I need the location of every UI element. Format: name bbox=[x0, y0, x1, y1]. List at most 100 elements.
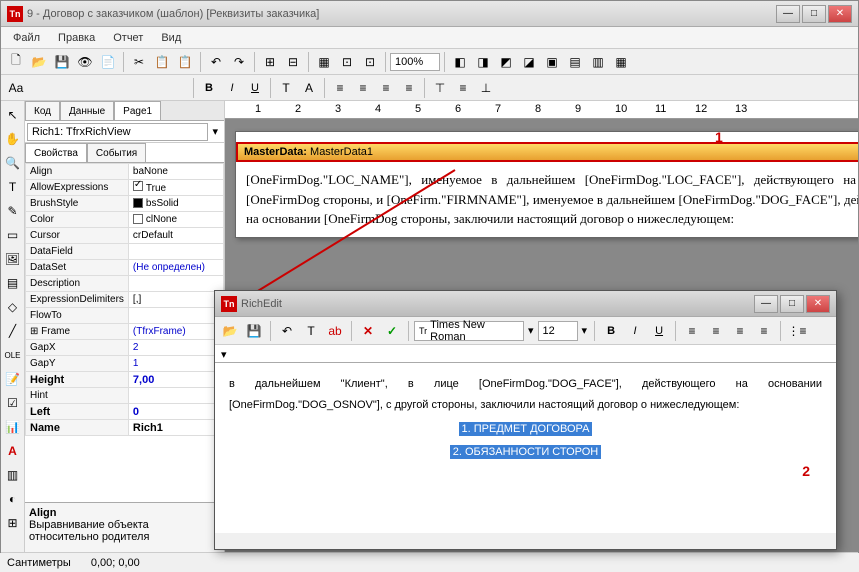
tab-data[interactable]: Данные bbox=[60, 101, 114, 120]
prop-row[interactable]: AllowExpressionsTrue bbox=[26, 180, 224, 196]
new-icon[interactable]: 🗋 bbox=[5, 51, 27, 73]
prop-row[interactable]: CursorcrDefault bbox=[26, 228, 224, 244]
pointer-icon[interactable]: ↖ bbox=[3, 105, 23, 125]
prop-row[interactable]: ExpressionDelimiters[,] bbox=[26, 292, 224, 308]
subreport-icon[interactable]: ▤ bbox=[3, 273, 23, 293]
fontcolor-icon[interactable]: T bbox=[275, 77, 297, 99]
ungroup-icon[interactable]: ⊟ bbox=[282, 51, 304, 73]
tool-d[interactable]: ◪ bbox=[518, 51, 540, 73]
prop-row[interactable]: Height7,00 bbox=[26, 372, 224, 388]
re-font-combo[interactable]: TrTimes New Roman bbox=[414, 321, 524, 341]
barcode-icon[interactable]: ▥ bbox=[3, 465, 23, 485]
group-icon[interactable]: ⊞ bbox=[259, 51, 281, 73]
grid-icon[interactable]: ▦ bbox=[313, 51, 335, 73]
page-icon[interactable]: 📄 bbox=[97, 51, 119, 73]
picture-icon[interactable]: 🖼 bbox=[3, 249, 23, 269]
format-icon[interactable]: ✎ bbox=[3, 201, 23, 221]
re-bullets-icon[interactable]: ⋮≡ bbox=[786, 320, 808, 342]
re-save-icon[interactable]: 💾 bbox=[243, 320, 265, 342]
zoom-combo[interactable]: 100% bbox=[390, 53, 440, 71]
menu-report[interactable]: Отчет bbox=[105, 30, 151, 46]
line-icon[interactable]: ╱ bbox=[3, 321, 23, 341]
paste-icon[interactable]: 📋 bbox=[174, 51, 196, 73]
richedit-minimize-button[interactable]: — bbox=[754, 295, 778, 313]
prop-row[interactable]: GapX2 bbox=[26, 340, 224, 356]
tab-page1[interactable]: Page1 bbox=[114, 101, 161, 120]
rich-icon[interactable]: 📝 bbox=[3, 369, 23, 389]
style-icon[interactable]: Aa bbox=[5, 77, 27, 99]
prop-row[interactable]: Left0 bbox=[26, 404, 224, 420]
snap-icon[interactable]: ⊡ bbox=[336, 51, 358, 73]
prop-row[interactable]: DataField bbox=[26, 244, 224, 260]
maximize-button[interactable]: □ bbox=[802, 5, 826, 23]
zoom-tool-icon[interactable]: 🔍 bbox=[3, 153, 23, 173]
dropdown-icon[interactable]: ▾ bbox=[208, 125, 222, 138]
valign-mid-icon[interactable]: ≡ bbox=[452, 77, 474, 99]
undo-icon[interactable]: ↶ bbox=[205, 51, 227, 73]
prop-row[interactable]: FlowTo bbox=[26, 308, 224, 324]
re-open-icon[interactable]: 📂 bbox=[219, 320, 241, 342]
rich-text-object[interactable]: [OneFirmDog."LOC_NAME"], именуемое в дал… bbox=[236, 162, 858, 237]
tool-h[interactable]: ▦ bbox=[610, 51, 632, 73]
tool-c[interactable]: ◩ bbox=[495, 51, 517, 73]
highlight-icon[interactable]: A bbox=[298, 77, 320, 99]
shape-icon[interactable]: ◇ bbox=[3, 297, 23, 317]
tool-g[interactable]: ▥ bbox=[587, 51, 609, 73]
cross-icon[interactable]: ⊞ bbox=[3, 513, 23, 533]
open-icon[interactable]: 📂 bbox=[28, 51, 50, 73]
menu-edit[interactable]: Правка bbox=[50, 30, 103, 46]
tab-events[interactable]: События bbox=[87, 143, 146, 162]
richedit-close-button[interactable]: ✕ bbox=[806, 295, 830, 313]
align-right-icon[interactable]: ≡ bbox=[375, 77, 397, 99]
check-icon[interactable]: ☑ bbox=[3, 393, 23, 413]
tool-e[interactable]: ▣ bbox=[541, 51, 563, 73]
re-align-left-icon[interactable]: ≡ bbox=[681, 320, 703, 342]
close-button[interactable]: ✕ bbox=[828, 5, 852, 23]
tool-b[interactable]: ◨ bbox=[472, 51, 494, 73]
chart-icon[interactable]: 📊 bbox=[3, 417, 23, 437]
preview-icon[interactable]: 👁 bbox=[74, 51, 96, 73]
prop-row[interactable]: AlignbaNone bbox=[26, 164, 224, 180]
property-grid[interactable]: AlignbaNoneAllowExpressionsTrueBrushStyl… bbox=[25, 163, 224, 502]
re-size-combo[interactable]: 12 bbox=[538, 321, 578, 341]
re-font-icon[interactable]: T bbox=[300, 320, 322, 342]
valign-top-icon[interactable]: ⊤ bbox=[429, 77, 451, 99]
prop-row[interactable]: ColorclNone bbox=[26, 212, 224, 228]
prop-row[interactable]: Hint bbox=[26, 388, 224, 404]
menu-view[interactable]: Вид bbox=[153, 30, 189, 46]
align-justify-icon[interactable]: ≡ bbox=[398, 77, 420, 99]
text-tool-icon[interactable]: T bbox=[3, 177, 23, 197]
section-2[interactable]: 2. ОБЯЗАННОСТИ СТОРОН bbox=[450, 445, 601, 459]
re-cancel-icon[interactable]: ✕ bbox=[357, 320, 379, 342]
ole-icon[interactable]: OLE bbox=[3, 345, 23, 365]
align-left-icon[interactable]: ≡ bbox=[329, 77, 351, 99]
gradient-icon[interactable]: ◐ bbox=[3, 489, 23, 509]
letter-a-icon[interactable]: A bbox=[3, 441, 23, 461]
prop-row[interactable]: BrushStylebsSolid bbox=[26, 196, 224, 212]
section-1[interactable]: 1. ПРЕДМЕТ ДОГОВОРА bbox=[459, 422, 593, 436]
prop-row[interactable]: Description bbox=[26, 276, 224, 292]
prop-row[interactable]: ⊞ Frame(TfrxFrame) bbox=[26, 324, 224, 340]
re-ok-icon[interactable]: ✓ bbox=[381, 320, 403, 342]
redo-icon[interactable]: ↷ bbox=[228, 51, 250, 73]
richedit-text-area[interactable]: в дальнейшем "Клиент", в лице [OneFirmDo… bbox=[215, 363, 836, 533]
re-align-right-icon[interactable]: ≡ bbox=[729, 320, 751, 342]
tool-f[interactable]: ▤ bbox=[564, 51, 586, 73]
cut-icon[interactable]: ✂ bbox=[128, 51, 150, 73]
align-center-icon[interactable]: ≡ bbox=[352, 77, 374, 99]
tab-code[interactable]: Код bbox=[25, 101, 60, 120]
bold-icon[interactable]: B bbox=[198, 77, 220, 99]
re-undo-icon[interactable]: ↶ bbox=[276, 320, 298, 342]
re-expr-icon[interactable]: ab bbox=[324, 320, 346, 342]
hand-icon[interactable]: ✋ bbox=[3, 129, 23, 149]
underline-icon[interactable]: U bbox=[244, 77, 266, 99]
valign-bot-icon[interactable]: ⊥ bbox=[475, 77, 497, 99]
band-icon[interactable]: ▭ bbox=[3, 225, 23, 245]
prop-row[interactable]: NameRich1 bbox=[26, 420, 224, 436]
save-icon[interactable]: 💾 bbox=[51, 51, 73, 73]
tool-a[interactable]: ◧ bbox=[449, 51, 471, 73]
re-italic-icon[interactable]: I bbox=[624, 320, 646, 342]
prop-row[interactable]: DataSet(Не определен) bbox=[26, 260, 224, 276]
prop-row[interactable]: GapY1 bbox=[26, 356, 224, 372]
richedit-maximize-button[interactable]: □ bbox=[780, 295, 804, 313]
